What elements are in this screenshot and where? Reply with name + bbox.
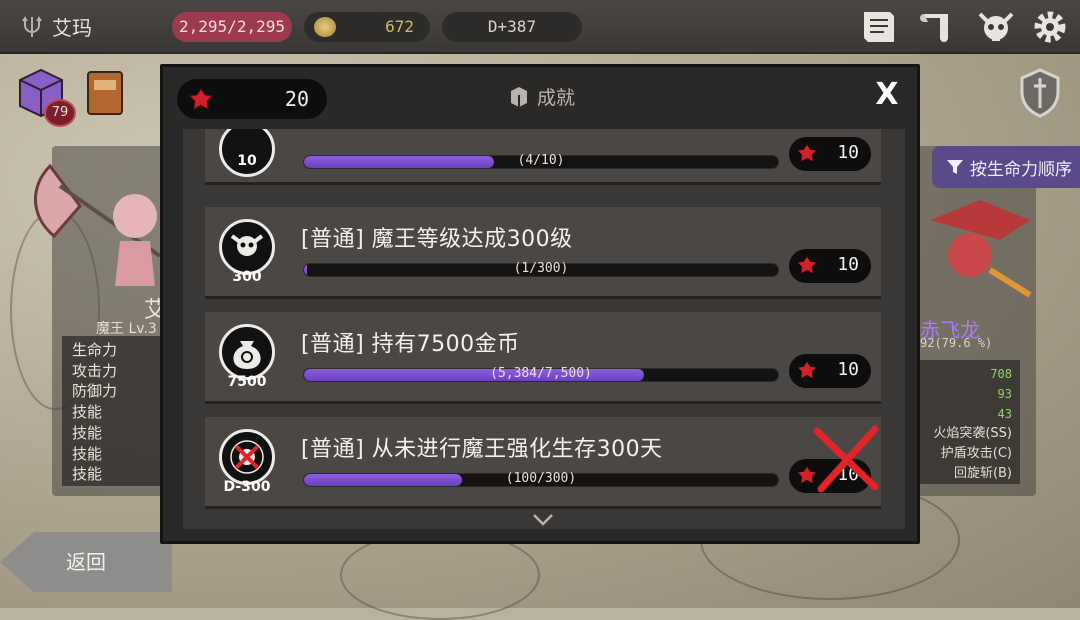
red-gem-icon <box>189 88 213 110</box>
character-name-label: 艾玛 <box>52 16 92 40</box>
stat-label: 技能 <box>72 423 103 442</box>
dialog-title: 成就 <box>509 83 575 110</box>
sort-by-hp-button[interactable]: 按生命力顺序 <box>932 146 1080 188</box>
achievement-title: [普通] 从未进行魔王强化生存300天 <box>301 437 663 462</box>
claim-reward-button[interactable]: 10 <box>789 459 871 493</box>
stat-label: 攻击力 <box>72 361 118 380</box>
dragon-sprite <box>930 200 1032 298</box>
day-counter: D+387 <box>442 12 582 42</box>
reward-value: 10 <box>837 254 859 275</box>
stat-label: 生命力 <box>72 341 118 359</box>
achievement-badge-icon <box>219 219 275 275</box>
character-card-level: 魔王 Lv.3 <box>96 321 157 337</box>
stat-label: 技能 <box>72 465 103 484</box>
shield-sword-icon[interactable] <box>1016 66 1064 120</box>
gem-total-value: 20 <box>284 87 309 111</box>
gold-value: 672 <box>385 17 414 36</box>
gem-total: 20 <box>177 79 327 119</box>
scroll-icon[interactable] <box>918 8 958 46</box>
achievement-list[interactable]: 10 (4/10) 10 300 [普通] 魔王等级达成300级 (1/300) <box>183 129 905 529</box>
monster-hp: 92(79.6 %) <box>920 336 993 350</box>
progress-text: (5,384/7,500) <box>490 366 592 381</box>
claim-reward-button[interactable]: 10 <box>789 249 871 283</box>
progress-text: (1/300) <box>513 261 569 276</box>
pentagram-skull-icon <box>230 440 264 474</box>
demon-skull-icon[interactable] <box>976 8 1016 46</box>
chest-count-badge: 79 <box>44 99 76 127</box>
demon-skull-icon <box>230 234 264 256</box>
stat-label: 技能 <box>72 444 103 463</box>
progress-text: (100/300) <box>505 471 577 486</box>
gold-coin-icon <box>314 17 336 37</box>
achievement-title: [普通] 魔王等级达成300级 <box>301 227 573 252</box>
monster-stat-value: 708 <box>990 367 1012 381</box>
achievement-badge-icon <box>219 429 275 485</box>
reward-value: 10 <box>837 464 859 485</box>
journal-icon[interactable] <box>860 8 900 46</box>
achievement-badge-label: 300 <box>232 269 262 285</box>
achievement-box-icon <box>511 86 527 107</box>
stat-label: 防御力 <box>72 382 118 401</box>
top-bar: 艾玛 2,295/2,295 672 D+387 <box>0 0 1080 54</box>
spellbook-icon[interactable] <box>84 66 128 118</box>
close-icon[interactable]: X <box>871 79 903 111</box>
achievement-badge-label: 7500 <box>227 374 267 390</box>
achievement-row[interactable]: 300 [普通] 魔王等级达成300级 (1/300) 10 <box>205 207 881 299</box>
achievement-badge-label: D-300 <box>223 479 271 495</box>
chevron-down-icon[interactable] <box>531 513 555 527</box>
gear-icon[interactable] <box>1030 8 1070 46</box>
red-gem-icon <box>798 256 816 274</box>
red-gem-icon <box>798 466 816 484</box>
character-stats: 生命力 攻击力 防御力 技能 技能 技能 技能 <box>62 336 172 486</box>
monster-stats: 708 93 43 火焰突袭(SS) 护盾攻击(C) 回旋斩(B) <box>920 360 1020 484</box>
trident-icon <box>22 15 42 37</box>
monster-skill: 护盾攻击(C) <box>940 446 1012 461</box>
achievement-badge-icon <box>219 324 275 380</box>
sort-button-label: 按生命力顺序 <box>970 159 1072 180</box>
achievement-badge-label: 10 <box>237 153 257 169</box>
gold-display: 672 <box>304 12 430 42</box>
achievement-title: [普通] 持有7500金币 <box>301 332 520 357</box>
red-gem-icon <box>798 361 816 379</box>
claim-reward-button[interactable]: 10 <box>789 137 871 171</box>
red-gem-icon <box>798 144 816 162</box>
dialog-title-text: 成就 <box>537 87 576 109</box>
stat-label: 技能 <box>72 403 103 422</box>
filter-icon <box>947 160 963 174</box>
achievement-row[interactable]: 7500 [普通] 持有7500金币 (5,384/7,500) 10 <box>205 312 881 404</box>
achievement-dialog: 20 成就 X 10 (4/10) 10 300 [普通] 魔王等级达成300级… <box>160 64 920 544</box>
money-bag-icon <box>233 341 261 369</box>
monster-stat-value: 43 <box>997 407 1012 421</box>
monster-skill: 火焰突袭(SS) <box>933 426 1012 441</box>
claim-reward-button[interactable]: 10 <box>789 354 871 388</box>
character-name[interactable]: 艾玛 <box>20 12 92 41</box>
monster-stat-value: 93 <box>997 387 1012 401</box>
reward-value: 10 <box>837 359 859 380</box>
back-button[interactable]: 返回 <box>0 532 172 592</box>
achievement-row[interactable]: D-300 [普通] 从未进行魔王强化生存300天 (100/300) 10 <box>205 417 881 509</box>
reward-value: 10 <box>837 142 859 163</box>
achievement-row[interactable]: 10 (4/10) 10 <box>205 129 881 185</box>
progress-text: (4/10) <box>517 153 565 168</box>
monster-skill: 回旋斩(B) <box>953 466 1012 481</box>
hp-display: 2,295/2,295 <box>172 12 292 42</box>
character-sprite <box>34 163 162 286</box>
